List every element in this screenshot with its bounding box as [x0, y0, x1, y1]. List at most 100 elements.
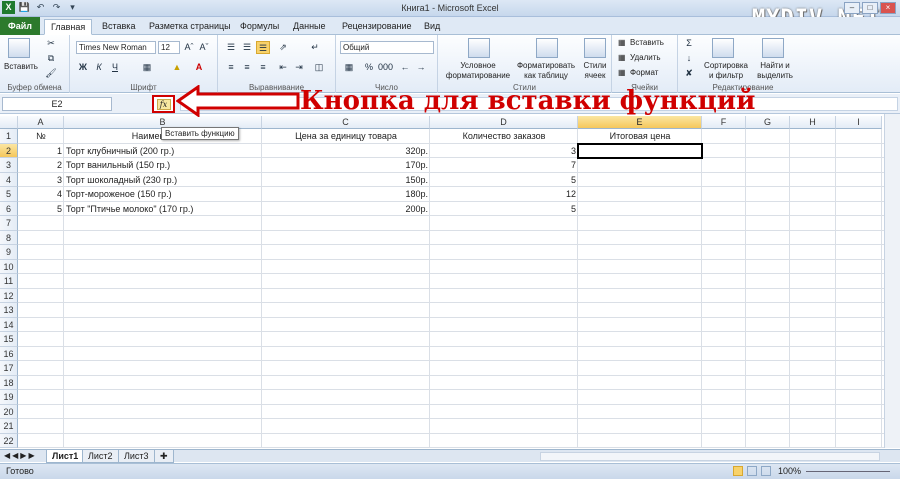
- table-cell-name[interactable]: Торт-мороженое (150 гр.): [64, 187, 262, 202]
- conditional-formatting-button[interactable]: Условное форматирование: [442, 61, 514, 81]
- table-cell-price[interactable]: 170р.: [262, 158, 430, 173]
- format-as-table-button[interactable]: Форматировать как таблицу: [514, 61, 578, 81]
- find-select-icon[interactable]: [762, 38, 784, 58]
- tab-view[interactable]: Вид: [418, 19, 446, 35]
- borders-icon[interactable]: ▦: [140, 61, 154, 74]
- row-header-1[interactable]: 1: [0, 129, 18, 144]
- format-as-table-icon[interactable]: [536, 38, 558, 58]
- name-box[interactable]: E2: [2, 97, 112, 111]
- tab-home[interactable]: Главная: [44, 19, 93, 35]
- row-header-18[interactable]: 18: [0, 375, 18, 390]
- comma-style-icon[interactable]: 000: [378, 61, 393, 74]
- row-header-3[interactable]: 3: [0, 158, 18, 173]
- find-select-button[interactable]: Найти и выделить: [752, 61, 798, 81]
- row-header-17[interactable]: 17: [0, 361, 18, 376]
- table-cell-price[interactable]: 320р.: [262, 144, 430, 159]
- row-header-22[interactable]: 22: [0, 433, 18, 448]
- cut-icon[interactable]: ✂: [44, 37, 58, 50]
- sheet-nav-icon[interactable]: ◀◀▶▶: [4, 451, 37, 460]
- column-header-f[interactable]: F: [702, 116, 746, 129]
- sheet-tab-2[interactable]: Лист2: [82, 450, 119, 463]
- fill-icon[interactable]: ↓: [682, 52, 696, 65]
- tab-file[interactable]: Файл: [0, 17, 40, 35]
- row-header-8[interactable]: 8: [0, 230, 18, 245]
- sort-filter-button[interactable]: Сортировка и фильтр: [702, 61, 750, 81]
- delete-cells-icon[interactable]: ▦: [618, 53, 626, 62]
- font-color-icon[interactable]: A: [192, 61, 206, 74]
- select-all-corner[interactable]: [0, 116, 18, 129]
- row-header-21[interactable]: 21: [0, 419, 18, 434]
- table-cell-number[interactable]: 4: [18, 187, 64, 202]
- paste-icon[interactable]: [8, 38, 30, 58]
- paste-button[interactable]: Вставить: [4, 62, 38, 71]
- wrap-text-icon[interactable]: ↵: [308, 41, 322, 54]
- tab-review[interactable]: Рецензирование: [336, 19, 418, 35]
- underline-button[interactable]: Ч: [108, 61, 122, 74]
- number-format-select[interactable]: Общий: [340, 41, 434, 54]
- header-cell-quantity[interactable]: Количество заказов: [430, 129, 578, 144]
- decrease-decimal-icon[interactable]: →: [414, 61, 428, 74]
- spreadsheet-grid[interactable]: A B C D E F G H I 1 2 3 4 5 6 7 8 9 10 11 12 13 14 15 16 17 18 19 20…: [0, 116, 896, 448]
- table-cell-name[interactable]: Торт "Птичье молоко" (170 гр.): [64, 202, 262, 217]
- table-cell-name[interactable]: Торт клубничный (200 гр.): [64, 144, 262, 159]
- page-layout-view-icon[interactable]: [747, 466, 757, 476]
- row-header-12[interactable]: 12: [0, 288, 18, 303]
- format-cells-icon[interactable]: ▦: [618, 68, 626, 77]
- insert-function-button[interactable]: fx: [152, 95, 175, 113]
- bold-button[interactable]: Ж: [76, 61, 90, 74]
- table-cell-number[interactable]: 2: [18, 158, 64, 173]
- row-header-5[interactable]: 5: [0, 187, 18, 202]
- insert-cells-button[interactable]: Вставить: [630, 38, 664, 47]
- table-cell-number[interactable]: 1: [18, 144, 64, 159]
- new-sheet-icon[interactable]: ✚: [154, 450, 174, 463]
- table-cell-quantity[interactable]: 12: [430, 187, 578, 202]
- table-cell-number[interactable]: 5: [18, 202, 64, 217]
- page-break-view-icon[interactable]: [761, 466, 771, 476]
- table-cell-price[interactable]: 200р.: [262, 202, 430, 217]
- delete-cells-button[interactable]: Удалить: [630, 53, 661, 62]
- sheet-tab-3[interactable]: Лист3: [118, 450, 155, 463]
- header-cell-total[interactable]: Итоговая цена: [578, 129, 702, 144]
- align-middle-icon[interactable]: ☰: [240, 41, 254, 54]
- fill-color-icon[interactable]: ▲: [170, 61, 184, 74]
- minimize-button[interactable]: –: [844, 2, 860, 14]
- column-header-i[interactable]: I: [836, 116, 882, 129]
- column-header-c[interactable]: C: [262, 116, 430, 129]
- column-header-d[interactable]: D: [430, 116, 578, 129]
- decrease-font-icon[interactable]: Aˇ: [197, 41, 211, 54]
- vertical-scrollbar[interactable]: [884, 114, 900, 448]
- zoom-slider[interactable]: [806, 471, 890, 472]
- decrease-indent-icon[interactable]: ⇤: [276, 61, 290, 74]
- table-cell-name[interactable]: Торт ванильный (150 гр.): [64, 158, 262, 173]
- increase-font-icon[interactable]: Aˆ: [182, 41, 196, 54]
- row-header-15[interactable]: 15: [0, 332, 18, 347]
- table-cell-price[interactable]: 180р.: [262, 187, 430, 202]
- column-header-h[interactable]: H: [790, 116, 836, 129]
- column-header-g[interactable]: G: [746, 116, 790, 129]
- column-header-a[interactable]: A: [18, 116, 64, 129]
- maximize-button[interactable]: □: [862, 2, 878, 14]
- align-left-icon[interactable]: ≡: [224, 61, 238, 74]
- table-cell-price[interactable]: 150р.: [262, 173, 430, 188]
- increase-indent-icon[interactable]: ⇥: [292, 61, 306, 74]
- align-top-icon[interactable]: ☰: [224, 41, 238, 54]
- autosum-icon[interactable]: Σ: [682, 37, 696, 50]
- active-cell-e2[interactable]: [577, 142, 703, 159]
- row-header-9[interactable]: 9: [0, 245, 18, 260]
- header-cell-price[interactable]: Цена за единицу товара: [262, 129, 430, 144]
- row-header-11[interactable]: 11: [0, 274, 18, 289]
- font-name-select[interactable]: Times New Roman: [76, 41, 156, 54]
- row-header-2[interactable]: 2: [0, 143, 18, 158]
- format-cells-button[interactable]: Формат: [630, 68, 658, 77]
- table-cell-number[interactable]: 3: [18, 173, 64, 188]
- tab-formulas[interactable]: Формулы: [234, 19, 285, 35]
- row-header-14[interactable]: 14: [0, 317, 18, 332]
- orientation-icon[interactable]: ⇗: [276, 41, 290, 54]
- row-header-16[interactable]: 16: [0, 346, 18, 361]
- table-cell-quantity[interactable]: 3: [430, 144, 578, 159]
- format-painter-icon[interactable]: 🖌: [44, 67, 58, 80]
- row-header-19[interactable]: 19: [0, 390, 18, 405]
- table-cell-quantity[interactable]: 5: [430, 173, 578, 188]
- normal-view-icon[interactable]: [733, 466, 743, 476]
- table-cell-name[interactable]: Торт шоколадный (230 гр.): [64, 173, 262, 188]
